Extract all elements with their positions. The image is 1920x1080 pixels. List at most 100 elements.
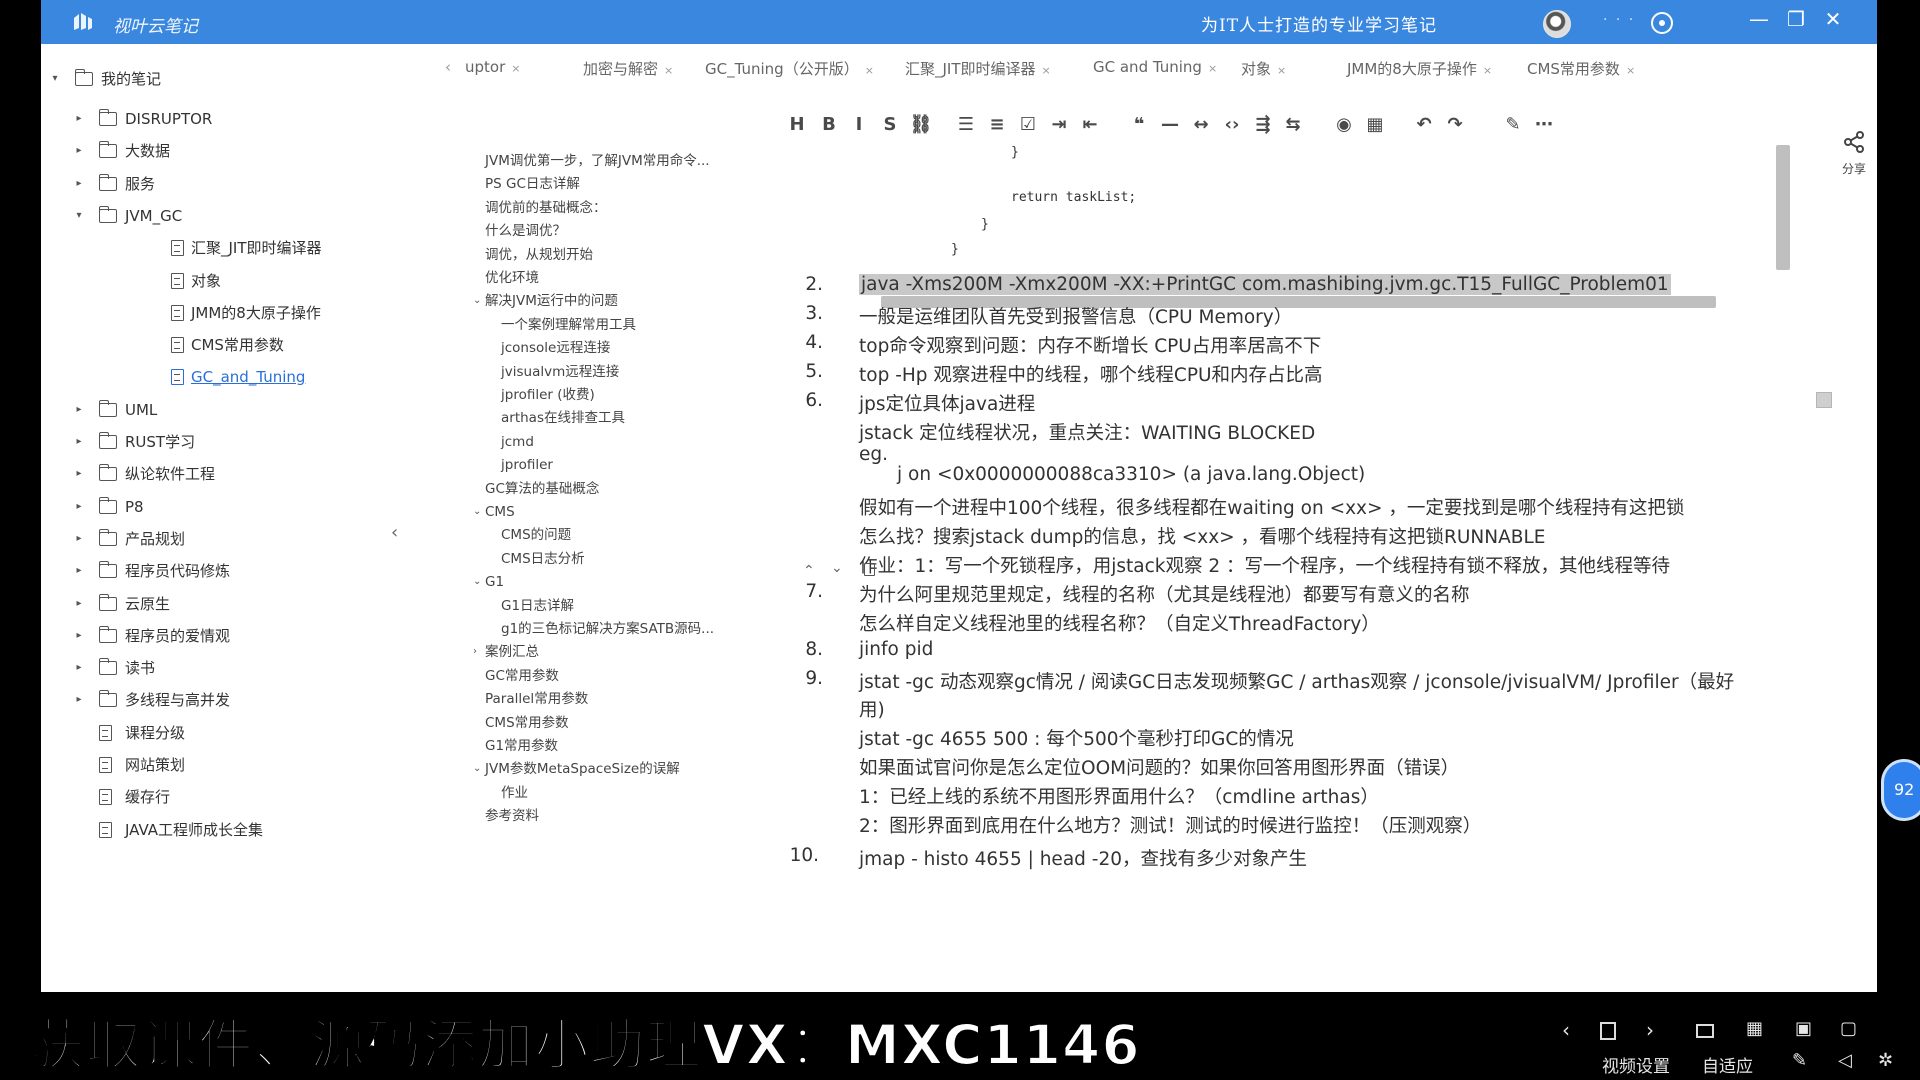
edit-icon[interactable]: ✎ <box>1792 1050 1807 1071</box>
bold-icon[interactable]: B <box>817 112 841 138</box>
chevron-down-icon[interactable]: ⌄ <box>473 501 481 523</box>
chevron-right-icon[interactable]: ▸ <box>73 591 85 617</box>
player-fullscreen-icon[interactable]: ▢ <box>1840 1018 1857 1039</box>
close-button[interactable]: ✕ <box>1815 4 1851 34</box>
unordered-list-icon[interactable]: ☰ <box>954 112 978 138</box>
floating-badge[interactable]: 92 <box>1884 762 1920 818</box>
outline-item[interactable]: ⌄ JVM参数MetaSpaceSize的误解 <box>473 758 680 780</box>
outline-item[interactable]: ⌄ 解决JVM运行中的问题 <box>473 290 618 312</box>
sync-icon[interactable] <box>1651 12 1673 34</box>
code-block[interactable]: } return taskList; } } <box>871 145 1781 295</box>
code-vertical-scrollbar[interactable] <box>1776 145 1790 270</box>
outline-item[interactable]: jprofiler (收费) <box>501 384 595 406</box>
code-block-icon[interactable]: ‹› <box>1220 112 1244 138</box>
outline-item[interactable]: jvisualvm远程连接 <box>501 361 619 383</box>
outline-item[interactable]: GC常用参数 <box>485 665 559 687</box>
close-tab-icon[interactable]: × <box>1042 64 1051 77</box>
chevron-down-icon[interactable]: ⌄ <box>831 560 843 576</box>
outline-item[interactable]: jconsole远程连接 <box>501 337 610 359</box>
volume-icon[interactable]: ◁ <box>1838 1050 1852 1071</box>
tab-item[interactable]: uptor × <box>465 58 520 76</box>
chevron-down-icon[interactable]: ⌄ <box>473 571 481 593</box>
tab-prev-icon[interactable]: ‹ <box>445 58 451 76</box>
outline-item[interactable]: CMS常用参数 <box>485 712 569 734</box>
edit-icon[interactable]: ✎ <box>1501 112 1525 138</box>
copy-icon[interactable] <box>864 563 875 576</box>
player-doc-icon[interactable] <box>1600 1022 1616 1040</box>
more-icon[interactable]: · · · <box>1603 12 1635 28</box>
outline-item[interactable]: GC算法的基础概念 <box>485 478 599 500</box>
link-icon[interactable]: ⛓ <box>909 112 933 138</box>
outline-item[interactable]: g1的三色标记解决方案SATB源码... <box>501 618 714 640</box>
share-button[interactable]: 分享 <box>1836 130 1872 177</box>
player-next-icon[interactable]: › <box>1646 1018 1654 1042</box>
chevron-right-icon[interactable]: ▸ <box>73 687 85 713</box>
close-tab-icon[interactable]: × <box>511 62 520 75</box>
checklist-icon[interactable]: ☑ <box>1016 112 1040 138</box>
auto-fit-label[interactable]: 自适应 <box>1702 1052 1753 1077</box>
player-book-icon[interactable]: ▣ <box>1795 1018 1812 1039</box>
outline-item[interactable]: jprofiler <box>501 454 553 476</box>
chevron-up-icon[interactable]: ⌃ <box>803 563 815 579</box>
settings-icon[interactable]: ✲ <box>1878 1050 1893 1071</box>
outline-item[interactable]: 什么是调优？ <box>485 220 566 242</box>
outline-item[interactable]: › 案例汇总 <box>473 641 539 663</box>
chevron-right-icon[interactable]: ▸ <box>73 138 85 164</box>
user-avatar[interactable] <box>1543 10 1571 38</box>
tab-item[interactable]: 汇聚_JIT即时编译器 × <box>905 58 1051 79</box>
outline-item[interactable]: arthas在线排查工具 <box>501 407 625 429</box>
chevron-down-icon[interactable]: ▾ <box>49 66 61 92</box>
collapse-sidebar-icon[interactable]: ‹ <box>391 522 398 543</box>
chevron-right-icon[interactable]: ▸ <box>73 461 85 487</box>
chevron-right-icon[interactable]: ▸ <box>73 623 85 649</box>
italic-icon[interactable]: I <box>847 112 871 138</box>
outline-item[interactable]: ⌄ G1 <box>473 571 504 593</box>
tab-item[interactable]: JMM的8大原子操作 × <box>1347 58 1492 79</box>
outline-item[interactable]: JVM调优第一步，了解JVM常用命令... <box>485 150 710 172</box>
chevron-right-icon[interactable]: ▸ <box>73 655 85 681</box>
video-settings-label[interactable]: 视频设置 <box>1602 1052 1670 1077</box>
chevron-right-icon[interactable]: ▸ <box>73 558 85 584</box>
close-tab-icon[interactable]: × <box>664 64 673 77</box>
tab-item[interactable]: GC and Tuning × <box>1093 58 1217 76</box>
undo-icon[interactable]: ↶ <box>1412 112 1436 138</box>
close-tab-icon[interactable]: × <box>1208 62 1217 75</box>
chevron-right-icon[interactable]: ▸ <box>73 397 85 423</box>
preview-icon[interactable]: ◉ <box>1332 112 1356 138</box>
outline-item[interactable]: 调优前的基础概念： <box>485 197 607 219</box>
table-list-icon[interactable]: ⇶ <box>1251 112 1275 138</box>
heading-icon[interactable]: H <box>785 112 809 138</box>
minimap-marker[interactable] <box>1816 392 1832 408</box>
chevron-down-icon[interactable]: ⌄ <box>473 758 481 780</box>
outline-item[interactable]: G1常用参数 <box>485 735 558 757</box>
minimize-button[interactable]: — <box>1741 4 1777 34</box>
outline-item[interactable]: PS GC日志详解 <box>485 173 580 195</box>
maximize-button[interactable]: ❐ <box>1778 4 1814 34</box>
more-icon[interactable]: ⋯ <box>1532 112 1556 138</box>
tab-item[interactable]: 对象 × <box>1241 58 1286 79</box>
outline-item[interactable]: 一个案例理解常用工具 <box>501 314 636 336</box>
outline-item[interactable]: CMS日志分析 <box>501 548 585 570</box>
wrap-icon[interactable]: ⇆ <box>1281 112 1305 138</box>
tab-item[interactable]: 加密与解密 × <box>583 58 673 79</box>
chevron-right-icon[interactable]: › <box>473 641 477 663</box>
outline-item[interactable]: Parallel常用参数 <box>485 688 588 710</box>
chevron-down-icon[interactable]: ⌄ <box>473 290 481 312</box>
outline-item[interactable]: jcmd <box>501 431 534 453</box>
outline-item[interactable]: 调优，从规划开始 <box>485 244 593 266</box>
outline-item[interactable]: 优化环境 <box>485 267 539 289</box>
outline-item[interactable]: CMS的问题 <box>501 524 571 546</box>
redo-icon[interactable]: ↷ <box>1443 112 1467 138</box>
outline-item[interactable]: ⌄ CMS <box>473 501 515 523</box>
chevron-right-icon[interactable]: ▸ <box>73 494 85 520</box>
chevron-right-icon[interactable]: ▸ <box>73 526 85 552</box>
close-tab-icon[interactable]: × <box>1277 64 1286 77</box>
chevron-right-icon[interactable]: ▸ <box>73 429 85 455</box>
outline-item[interactable]: 作业 <box>501 782 528 804</box>
tab-item[interactable]: CMS常用参数 × <box>1527 58 1635 79</box>
close-tab-icon[interactable]: × <box>1483 64 1492 77</box>
strikethrough-icon[interactable]: S <box>878 112 902 138</box>
quote-icon[interactable]: ❝ <box>1127 112 1151 138</box>
tab-item[interactable]: GC_Tuning（公开版） × <box>705 58 874 79</box>
indent-icon[interactable]: ⇥ <box>1047 112 1071 138</box>
